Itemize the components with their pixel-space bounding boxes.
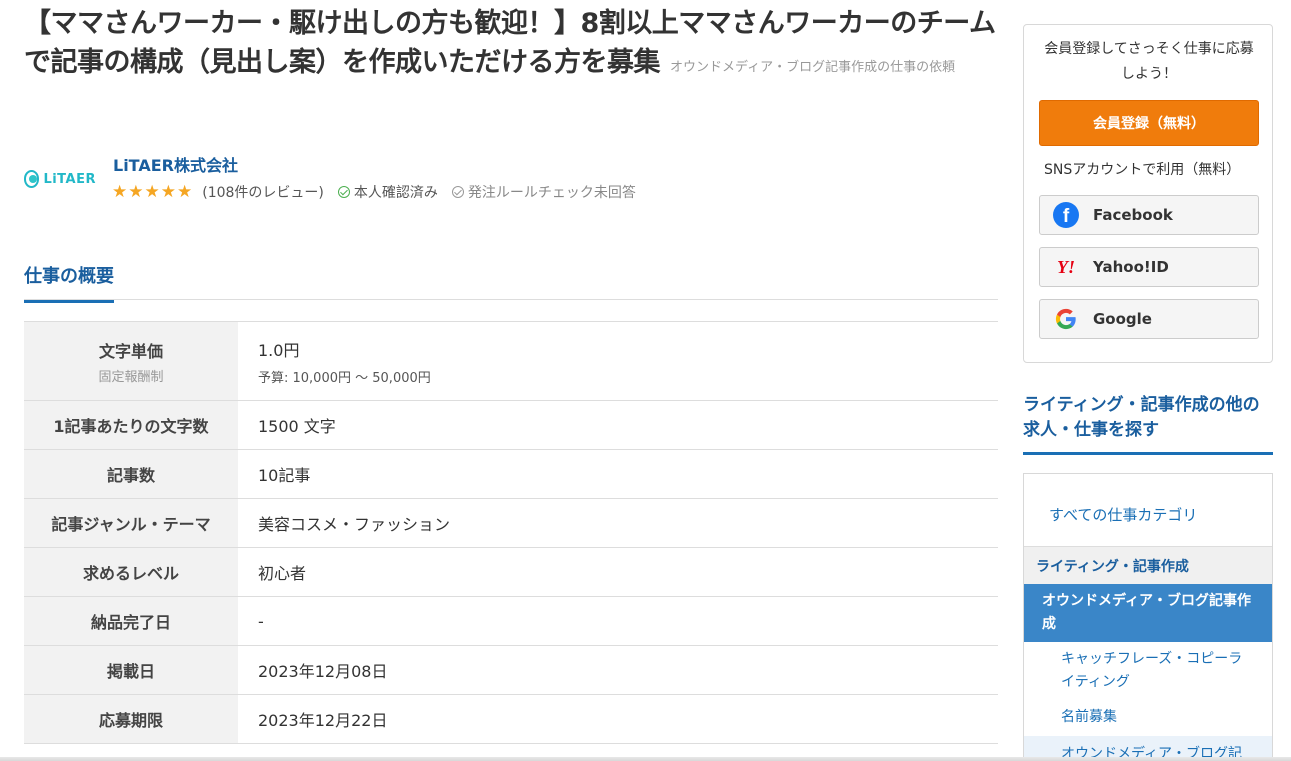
yahoo-label: Yahoo!ID (1093, 258, 1169, 276)
star-icon: ★ (128, 182, 144, 202)
row-label-cell: 1記事あたりの文字数 (24, 401, 238, 449)
table-row: 納品完了日 - (24, 597, 998, 646)
row-label-cell: 納品完了日 (24, 597, 238, 645)
other-jobs-divider (1023, 452, 1273, 455)
star-icon: ★ (112, 182, 128, 202)
page-bottom-edge (0, 757, 1291, 761)
client-meta: ★ ★ ★ ★ ★ (108件のレビュー) 本人確認済み 発注ルールチェック未回… (112, 182, 636, 202)
row-value: 初心者 (258, 564, 307, 583)
row-label: 記事数 (106, 466, 155, 485)
row-label: 納品完了日 (90, 613, 171, 632)
row-label: 文字単価 (98, 341, 163, 361)
client-info: LiTAER LiTAER株式会社 ★ ★ ★ ★ ★ (108件のレビュー) … (24, 148, 998, 210)
yahoo-icon: Y! (1057, 256, 1075, 277)
sidebar: 会員登録してさっそく仕事に応募しよう！ 会員登録（無料） SNSアカウントで利用… (1023, 0, 1273, 761)
yahoo-login-button[interactable]: Y! Yahoo!ID (1039, 247, 1259, 287)
main-column: 【ママさんワーカー・駆け出しの方も歓迎！】8割以上ママさんワーカーのチームで記事… (24, 0, 998, 761)
table-row: 1記事あたりの文字数 1500 文字 (24, 401, 998, 450)
facebook-icon: f (1053, 202, 1079, 228)
category-parent-writing[interactable]: ライティング・記事作成 (1024, 546, 1272, 584)
other-jobs-heading[interactable]: ライティング・記事作成の他の求人・仕事を探す (1023, 393, 1273, 443)
section-divider (24, 299, 998, 300)
row-value: - (258, 611, 264, 631)
row-value: 2023年12月22日 (258, 711, 388, 730)
row-value: 美容コスメ・ファッション (258, 515, 451, 534)
job-detail-table: 文字単価 固定報酬制 1.0円 予算: 10,000円 〜 50,000円 1記事あたり… (24, 321, 998, 744)
row-value-cell: 初心者 (238, 548, 998, 596)
star-icon: ★ (177, 182, 193, 202)
row-label-cell: 求めるレベル (24, 548, 238, 596)
sns-label: SNSアカウントで利用（無料） (1044, 162, 1241, 178)
google-login-button[interactable]: Google (1039, 299, 1259, 339)
table-row: 記事数 10記事 (24, 450, 998, 499)
job-title-block: 【ママさんワーカー・駆け出しの方も歓迎！】8割以上ママさんワーカーのチームで記事… (24, 6, 998, 86)
row-label-cell: 記事数 (24, 450, 238, 498)
review-count-link[interactable]: (108件のレビュー) (202, 182, 324, 202)
category-all-link[interactable]: すべての仕事カテゴリ (1049, 504, 1197, 525)
row-label: 記事ジャンル・テーマ (51, 515, 211, 534)
row-value-cell: 美容コスメ・ファッション (238, 499, 998, 547)
table-row: 求めるレベル 初心者 (24, 548, 998, 597)
star-icon: ★ (160, 182, 176, 202)
row-value: 1.0円 (258, 340, 300, 360)
row-budget: 予算: 10,000円 〜 50,000円 (258, 370, 431, 386)
table-row: 掲載日 2023年12月08日 (24, 646, 998, 695)
google-icon (1053, 306, 1079, 332)
rule-check-label: 発注ルールチェック未回答 (467, 185, 636, 201)
row-label-cell: 掲載日 (24, 646, 238, 694)
row-label: 1記事あたりの文字数 (53, 417, 209, 436)
row-label-cell: 応募期限 (24, 695, 238, 743)
table-row: 文字単価 固定報酬制 1.0円 予算: 10,000円 〜 50,000円 (24, 322, 998, 401)
table-row: 応募期限 2023年12月22日 (24, 695, 998, 744)
category-sub-catchphrase[interactable]: キャッチフレーズ・コピーライティング (1061, 648, 1251, 694)
verified-label: 本人確認済み (353, 185, 438, 201)
row-value: 10記事 (258, 466, 311, 485)
facebook-login-button[interactable]: f Facebook (1039, 195, 1259, 235)
rule-check-badge[interactable]: 発注ルールチェック未回答 (451, 182, 636, 202)
row-value-cell: 10記事 (238, 450, 998, 498)
star-icon: ★ (144, 182, 160, 202)
row-value-cell: 1.0円予算: 10,000円 〜 50,000円 (238, 322, 998, 400)
category-nav: すべての仕事カテゴリ ライティング・記事作成 オウンドメディア・ブログ記事作成 … (1023, 473, 1273, 761)
category-sub-naming[interactable]: 名前募集 (1061, 706, 1251, 729)
logo-text: LiTAER (43, 171, 96, 187)
signup-box: 会員登録してさっそく仕事に応募しよう！ 会員登録（無料） SNSアカウントで利用… (1023, 24, 1273, 363)
facebook-label: Facebook (1093, 206, 1173, 224)
client-name-link[interactable]: LiTAER株式会社 (113, 152, 238, 176)
row-label: 掲載日 (106, 662, 155, 681)
row-sublabel: 固定報酬制 (98, 369, 164, 385)
row-value-cell: - (238, 597, 998, 645)
rating-stars: ★ ★ ★ ★ ★ (112, 183, 192, 201)
section-title: 仕事の概要 (24, 262, 114, 303)
row-label: 応募期限 (98, 711, 163, 730)
row-value: 2023年12月08日 (258, 662, 388, 681)
row-label-cell: 記事ジャンル・テーマ (24, 499, 238, 547)
row-label-cell: 文字単価 固定報酬制 (24, 322, 238, 400)
register-button[interactable]: 会員登録（無料） (1039, 100, 1259, 146)
row-label: 求めるレベル (82, 564, 179, 583)
verified-badge: 本人確認済み (337, 182, 438, 202)
row-value-cell: 2023年12月22日 (238, 695, 998, 743)
row-value-cell: 2023年12月08日 (238, 646, 998, 694)
logo-mark-icon (24, 170, 40, 188)
signup-message: 会員登録してさっそく仕事に応募しよう！ (1044, 41, 1254, 82)
table-row: 記事ジャンル・テーマ 美容コスメ・ファッション (24, 499, 998, 548)
google-label: Google (1093, 310, 1152, 328)
category-active-owned-media[interactable]: オウンドメディア・ブログ記事作成 (1024, 584, 1272, 642)
job-category-label[interactable]: オウンドメディア・ブログ記事作成の仕事の依頼 (670, 60, 955, 75)
client-logo[interactable]: LiTAER (24, 168, 96, 190)
row-value: 1500 文字 (258, 417, 336, 436)
row-value-cell: 1500 文字 (238, 401, 998, 449)
section-heading: 仕事の概要 (24, 262, 114, 303)
check-circle-icon (337, 186, 350, 198)
check-circle-icon (451, 186, 464, 198)
